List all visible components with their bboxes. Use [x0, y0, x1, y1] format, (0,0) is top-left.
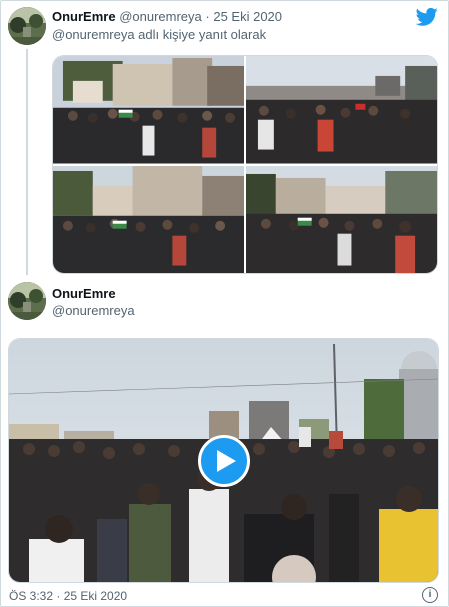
- parent-handle[interactable]: @onuremreya: [119, 9, 202, 24]
- twitter-bird-icon[interactable]: [416, 7, 438, 27]
- media-photo-2[interactable]: [246, 56, 437, 164]
- media-photo-1[interactable]: [53, 56, 244, 164]
- parent-author-row: OnurEmre @onuremreya · 25 Eki 2020: [52, 9, 282, 24]
- main-display-name[interactable]: OnurEmre: [52, 286, 116, 301]
- parent-media-grid: [52, 55, 438, 274]
- video-player[interactable]: [8, 338, 439, 583]
- play-icon: [217, 450, 236, 472]
- thread-connector: [26, 49, 28, 275]
- play-button[interactable]: [198, 435, 250, 487]
- tweet-timestamp[interactable]: ÖS 3:32 · 25 Eki 2020: [9, 589, 127, 603]
- dot-separator: ·: [201, 9, 214, 24]
- tweet-embed-card: OnurEmre @onuremreya · 25 Eki 2020 @onur…: [0, 0, 449, 607]
- avatar[interactable]: [8, 282, 46, 320]
- main-handle[interactable]: @onuremreya: [52, 303, 135, 318]
- parent-date[interactable]: 25 Eki 2020: [213, 9, 282, 24]
- reply-context: @onuremreya adlı kişiye yanıt olarak: [52, 27, 267, 42]
- media-photo-3[interactable]: [53, 165, 244, 273]
- info-icon[interactable]: i: [422, 587, 438, 603]
- avatar[interactable]: [8, 7, 46, 45]
- media-photo-4[interactable]: [246, 165, 437, 273]
- parent-display-name[interactable]: OnurEmre: [52, 9, 116, 24]
